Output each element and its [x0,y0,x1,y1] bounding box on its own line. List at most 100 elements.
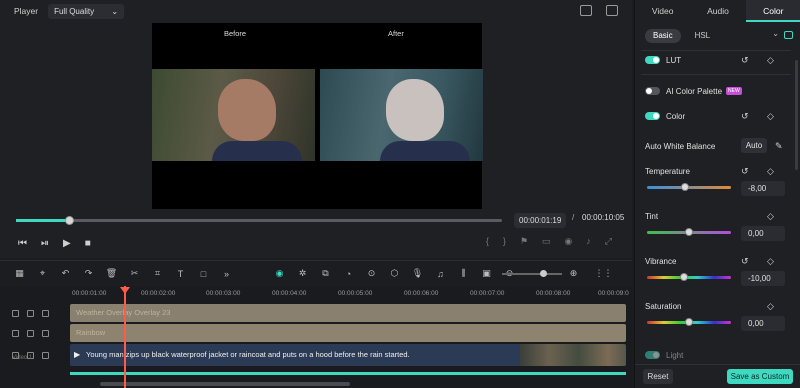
timeline-toolbar: ▦ ⌖ ↶ ↷ 🗑 ✂ ⌗ T □ » ◉ ✲ ⧉ ◔ ⊙ ⬡ 🎙 ♫ ⫼ ▣ … [0,260,632,286]
reset-icon[interactable]: ↺ [741,55,749,66]
chevron-down-icon[interactable]: ⌄ [772,29,779,38]
subtab-basic[interactable]: Basic [645,29,681,43]
tab-color[interactable]: Color [745,0,800,22]
lock-icon[interactable] [12,309,19,317]
playback-scrubber[interactable] [16,216,502,225]
fullscreen-icon[interactable]: ⤢ [605,236,612,247]
grid-menu-icon[interactable]: ⋮⋮ [592,268,615,279]
eye-icon[interactable] [42,351,49,359]
player-tools: { } ⚑ ▭ ◉ ♪ ⤢ [486,236,612,247]
color-label: Color [666,111,686,121]
mark-in-icon[interactable]: { [486,236,489,247]
audio-waveform[interactable] [70,372,626,375]
cut-icon[interactable]: ✂ [123,268,146,279]
effects-icon[interactable]: ✲ [291,268,314,279]
eyedropper-icon[interactable]: ✎ [775,141,783,152]
redo-icon[interactable]: ↷ [77,268,100,279]
mic-icon[interactable]: 🎙 [406,268,429,279]
camera-icon[interactable]: ◉ [564,236,572,247]
temperature-handle[interactable] [680,183,689,191]
speed-icon[interactable]: ◔ [337,269,360,279]
undo-icon[interactable]: ↶ [54,268,77,279]
light-label: Light [666,350,684,360]
crop-icon[interactable]: ⌗ [146,268,169,279]
volume-icon[interactable]: ♪ [586,236,591,247]
tab-audio[interactable]: Audio [690,0,745,22]
play-pause-icon[interactable]: ⏯ [41,238,49,249]
timeline-scrollbar[interactable] [100,382,350,386]
ai-palette-toggle[interactable] [645,87,660,95]
scrubber-handle[interactable] [65,216,75,225]
subtab-hsl[interactable]: HSL [687,29,719,43]
timeline-ruler[interactable]: 00:00:01:00 00:00:02:00 00:00:03:00 00:0… [70,288,630,300]
keyframe-icon[interactable]: ◇ [767,166,774,177]
text-icon[interactable]: T [169,269,192,279]
zoom-slider[interactable] [502,270,562,277]
tint-handle[interactable] [685,228,693,236]
video-clip[interactable]: ▶ Young man zips up black waterproof jac… [70,344,626,366]
saturation-value[interactable]: 0,00 [741,316,785,331]
reset-icon[interactable]: ↺ [741,256,749,267]
grid-view-icon[interactable] [580,5,592,16]
select-icon[interactable]: ⌖ [31,268,54,279]
reset-button[interactable]: Reset [643,369,673,384]
more-icon[interactable]: » [215,269,238,279]
overlay-clip[interactable]: Rainbow [70,324,626,342]
shape-icon[interactable]: □ [192,269,215,279]
play-icon[interactable]: ▶ [63,238,71,249]
saturation-handle[interactable] [685,318,693,326]
tint-value[interactable]: 0,00 [741,226,785,241]
temperature-slider[interactable] [647,183,731,191]
reset-icon[interactable]: ↺ [741,111,749,122]
keyframe-icon[interactable]: ◇ [767,111,774,122]
previous-frame-icon[interactable]: ⏮ [18,238,27,249]
zoom-in-icon[interactable]: ⊕ [562,268,585,279]
save-as-custom-button[interactable]: Save as Custom [727,369,793,384]
lut-toggle[interactable] [645,56,660,64]
stop-icon[interactable]: ■ [85,238,91,249]
track-header [0,346,68,364]
render-icon[interactable]: ◉ [268,268,291,279]
panel-scrollbar[interactable] [795,60,798,170]
keyframe-icon[interactable]: ◇ [767,256,774,267]
tab-video[interactable]: Video [635,0,690,22]
light-row: Light [645,348,785,362]
tint-slider[interactable] [647,228,731,236]
before-face [218,79,276,141]
light-toggle[interactable] [645,351,660,359]
quality-dropdown[interactable]: Full Quality ⌄ [48,3,125,19]
transition-icon[interactable]: ⧉ [314,268,337,279]
snapshot-image-icon[interactable] [606,5,618,16]
marker-icon[interactable]: ⚑ [520,236,528,247]
vibrance-value[interactable]: -10,00 [741,271,785,286]
audio-icon[interactable]: ♫ [429,269,452,279]
mask-icon[interactable]: ⬡ [383,268,406,279]
reset-icon[interactable]: ↺ [741,166,749,177]
fit-icon[interactable]: ▣ [475,268,498,279]
stabilize-icon[interactable]: ⊙ [360,268,383,279]
eye-icon[interactable] [42,309,49,317]
vibrance-slider[interactable] [647,273,731,281]
split-icon[interactable]: ⫼ [452,268,475,279]
effect-clip[interactable]: Weather Overlay Overlay 23 [70,304,626,322]
mark-out-icon[interactable]: } [503,236,506,247]
saturation-slider[interactable] [647,318,731,326]
zoom-handle[interactable] [540,270,547,277]
playhead[interactable] [124,286,126,388]
eye-icon[interactable] [42,329,49,337]
temperature-value[interactable]: -8,00 [741,181,785,196]
speaker-icon[interactable] [27,309,34,317]
color-toggle[interactable] [645,112,660,120]
keyframe-icon[interactable]: ◇ [767,301,774,312]
compare-toggle-icon[interactable] [784,31,793,39]
lock-icon[interactable] [12,329,19,337]
layout-icon[interactable]: ▦ [8,268,31,279]
display-icon[interactable]: ▭ [542,236,551,247]
keyframe-icon[interactable]: ◇ [767,211,774,222]
video-clip-label: Young man zips up black waterproof jacke… [86,350,410,359]
speaker-icon[interactable] [27,329,34,337]
keyframe-icon[interactable]: ◇ [767,55,774,66]
delete-icon[interactable]: 🗑 [100,268,123,279]
auto-button[interactable]: Auto [741,138,767,153]
vibrance-handle[interactable] [679,273,688,281]
